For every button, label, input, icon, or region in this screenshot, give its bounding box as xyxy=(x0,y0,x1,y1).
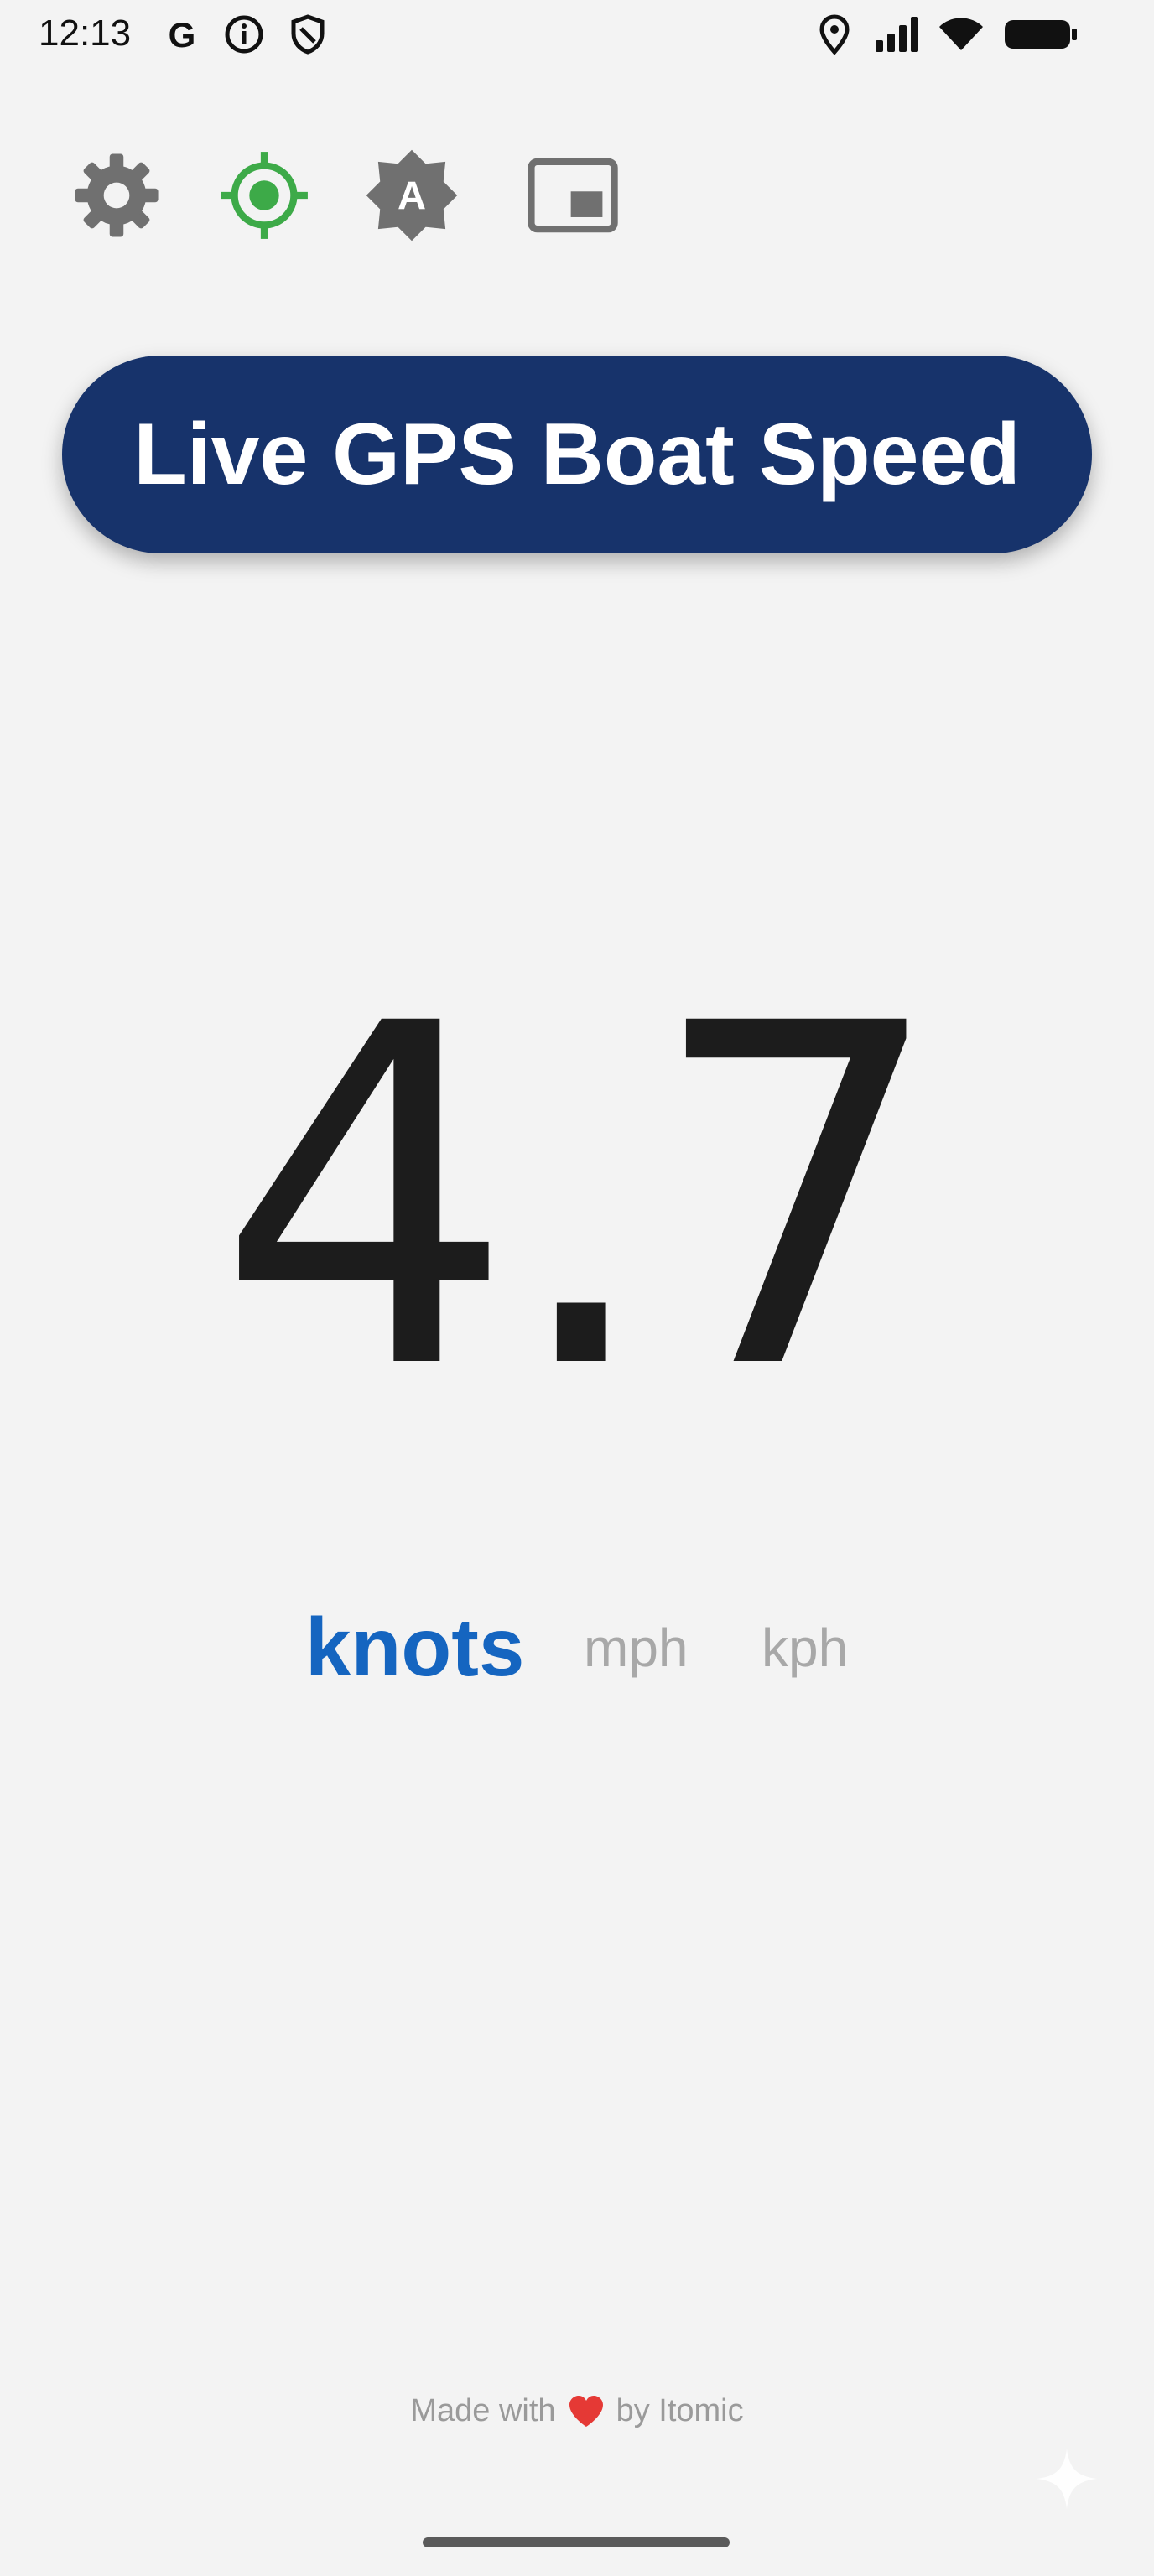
footer-credit: Made with by Itomic xyxy=(0,2393,1154,2429)
location-icon xyxy=(819,14,850,55)
unit-knots-button[interactable]: knots xyxy=(305,1600,524,1695)
unit-selector: knots mph kph xyxy=(0,1593,1154,1702)
sparkle-icon xyxy=(1037,2449,1097,2509)
home-indicator[interactable] xyxy=(423,2537,730,2547)
unit-kph-button[interactable]: kph xyxy=(762,1617,848,1679)
google-icon: G xyxy=(169,15,196,55)
toolbar: A xyxy=(0,141,1154,250)
auto-brightness-button[interactable]: A xyxy=(357,141,466,250)
picture-in-picture-button[interactable] xyxy=(518,141,627,250)
status-time: 12:13 xyxy=(39,13,132,54)
picture-in-picture-icon xyxy=(528,158,618,233)
info-icon xyxy=(225,15,263,54)
gps-target-icon xyxy=(221,152,308,239)
gps-button[interactable] xyxy=(210,141,319,250)
battery-icon xyxy=(1005,20,1077,49)
footer-suffix: by Itomic xyxy=(616,2393,744,2428)
svg-text:A: A xyxy=(398,174,426,219)
svg-text:G: G xyxy=(169,15,196,55)
app-title: Live GPS Boat Speed xyxy=(133,405,1021,503)
shield-icon xyxy=(291,14,325,55)
gear-icon xyxy=(75,153,159,237)
speed-readout: 4.7 xyxy=(216,926,947,1472)
footer-prefix: Made with xyxy=(410,2393,556,2428)
settings-button[interactable] xyxy=(62,141,171,250)
title-banner: Live GPS Boat Speed xyxy=(62,356,1092,553)
wifi-icon xyxy=(939,18,983,50)
auto-brightness-icon: A xyxy=(366,149,458,242)
signal-icon xyxy=(876,17,918,52)
status-bar: 12:13 G xyxy=(0,0,1154,67)
unit-mph-button[interactable]: mph xyxy=(584,1617,689,1679)
heart-icon xyxy=(569,2395,603,2427)
